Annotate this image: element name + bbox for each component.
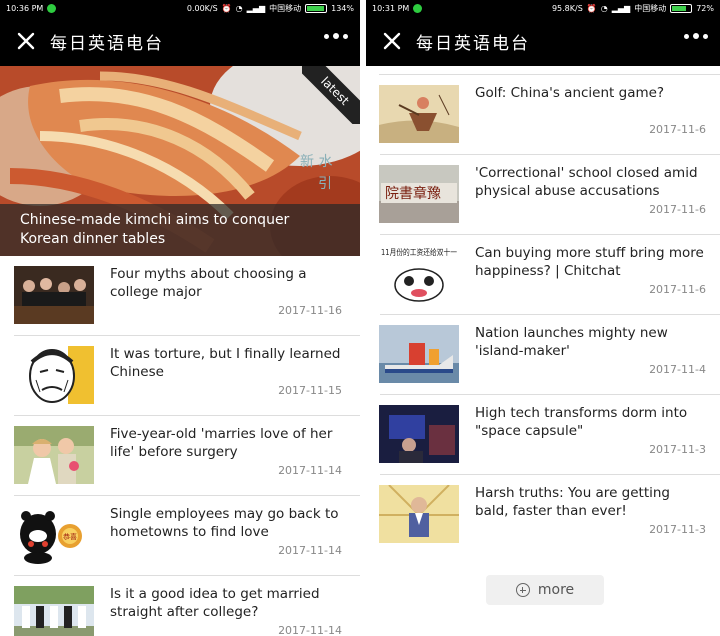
- article-thumbnail: [14, 346, 94, 404]
- network-speed: 95.8K/S: [551, 3, 583, 13]
- article-title: Harsh truths: You are getting bald, fast…: [475, 485, 670, 519]
- article-title: Can buying more stuff bring more happine…: [475, 245, 704, 279]
- list-item[interactable]: Four myths about choosing a college majo…: [0, 256, 360, 336]
- svg-text:引: 引: [318, 176, 332, 192]
- close-icon[interactable]: [8, 23, 44, 59]
- status-time: 10:36 PM: [6, 3, 44, 13]
- article-thumbnail: 恭喜: [14, 506, 94, 564]
- article-date: 2017-11-6: [649, 123, 706, 136]
- featured-article[interactable]: 新 水 引 latest Chinese-made kimchi aims to…: [0, 66, 360, 256]
- carrier: 中国移动: [269, 3, 302, 13]
- article-title: Single employees may go back to hometown…: [110, 506, 339, 540]
- article-date: 2017-11-4: [649, 363, 706, 376]
- battery-percent: 134%: [331, 3, 354, 13]
- list-item[interactable]: Nation launches mighty new 'island-maker…: [366, 315, 720, 395]
- more-button[interactable]: more: [486, 575, 604, 605]
- top-nav-bar: 每日英语电台: [366, 16, 720, 66]
- article-thumbnail: [379, 485, 459, 543]
- latest-ribbon: latest: [302, 66, 360, 124]
- article-thumbnail: [14, 426, 94, 484]
- article-date: 2017-11-14: [278, 544, 342, 557]
- battery-percent: 72%: [696, 3, 714, 13]
- alarm-icon: ⏰: [221, 3, 232, 13]
- article-date: 2017-11-3: [649, 523, 706, 536]
- signal-icon: ▂▄▆: [611, 3, 631, 13]
- article-date: 2017-11-6: [649, 203, 706, 216]
- status-bar: 10:36 PM 0.00K/S ⏰ ◔ ▂▄▆ 中国移动 134%: [0, 0, 360, 16]
- close-icon[interactable]: [374, 23, 410, 59]
- article-title: Nation launches mighty new 'island-maker…: [475, 325, 668, 359]
- article-title: Four myths about choosing a college majo…: [110, 266, 307, 300]
- list-item[interactable]: 恭喜 Single employees may go back to homet…: [0, 496, 360, 576]
- page-title: 每日英语电台: [416, 33, 530, 54]
- status-bar: 10:31 PM 95.8K/S ⏰ ◔ ▂▄▆ 中国移动 72%: [366, 0, 720, 16]
- article-date: 2017-11-6: [649, 283, 706, 296]
- more-options-icon[interactable]: [684, 33, 708, 39]
- network-speed: 0.00K/S: [186, 3, 218, 13]
- article-date: 2017-11-14: [278, 464, 342, 477]
- featured-title: Chinese-made kimchi aims to conquer Kore…: [0, 204, 360, 256]
- plus-circle-icon: [515, 583, 530, 597]
- battery-icon: [670, 3, 693, 13]
- article-thumbnail: [379, 405, 459, 463]
- article-title: It was torture, but I finally learned Ch…: [110, 346, 341, 380]
- article-thumbnail: [379, 325, 459, 383]
- battery-icon: [305, 3, 328, 13]
- article-title: Is it a good idea to get married straigh…: [110, 586, 320, 620]
- list-item[interactable]: Is it a good idea to get married straigh…: [0, 576, 360, 636]
- svg-text:院書章豫: 院書章豫: [385, 185, 441, 202]
- right-screen: 10:31 PM 95.8K/S ⏰ ◔ ▂▄▆ 中国移动 72% 每日英语电台…: [366, 0, 720, 636]
- more-options-icon[interactable]: [324, 33, 348, 39]
- carrier: 中国移动: [634, 3, 667, 13]
- page-title: 每日英语电台: [50, 33, 164, 54]
- article-title: Five-year-old 'marries love of her life'…: [110, 426, 333, 460]
- article-date: 2017-11-16: [278, 304, 342, 317]
- list-item[interactable]: It was torture, but I finally learned Ch…: [0, 336, 360, 416]
- list-item[interactable]: 11月份的工资还给双十一 Can buying more stuff bring…: [366, 235, 720, 315]
- article-date: 2017-11-14: [278, 624, 342, 636]
- list-item[interactable]: Golf: China's ancient game? 2017-11-6: [366, 75, 720, 155]
- svg-text:新 水: 新 水: [300, 154, 332, 170]
- article-title: Golf: China's ancient game?: [475, 85, 665, 101]
- top-nav-bar: 每日英语电台: [0, 16, 360, 66]
- alarm-icon: ⏰: [586, 3, 597, 13]
- article-thumbnail: [379, 85, 459, 143]
- wechat-icon: [413, 3, 423, 13]
- left-screen: 10:36 PM 0.00K/S ⏰ ◔ ▂▄▆ 中国移动 134% 每日英语电…: [0, 0, 360, 636]
- svg-text:恭喜: 恭喜: [63, 532, 77, 541]
- list-item[interactable]: Harsh truths: You are getting bald, fast…: [366, 475, 720, 555]
- list-item[interactable]: High tech transforms dorm into "space ca…: [366, 395, 720, 475]
- article-thumbnail: [14, 266, 94, 324]
- signal-icon: ▂▄▆: [246, 3, 266, 13]
- wifi-icon: ◔: [600, 3, 608, 13]
- article-thumbnail: 院書章豫: [379, 165, 459, 223]
- article-title: High tech transforms dorm into "space ca…: [475, 405, 688, 439]
- status-time: 10:31 PM: [372, 3, 410, 13]
- more-label: more: [537, 582, 575, 598]
- wechat-icon: [47, 3, 57, 13]
- article-thumbnail: 11月份的工资还给双十一: [379, 245, 459, 303]
- wifi-icon: ◔: [235, 3, 243, 13]
- list-item[interactable]: 院書章豫 'Correctional' school closed amid p…: [366, 155, 720, 235]
- article-title: 'Correctional' school closed amid physic…: [475, 165, 698, 199]
- article-date: 2017-11-3: [649, 443, 706, 456]
- svg-text:11月份的工资还给双十一: 11月份的工资还给双十一: [381, 247, 457, 257]
- list-item[interactable]: Five-year-old 'marries love of her life'…: [0, 416, 360, 496]
- article-date: 2017-11-15: [278, 384, 342, 397]
- article-thumbnail: [14, 586, 94, 636]
